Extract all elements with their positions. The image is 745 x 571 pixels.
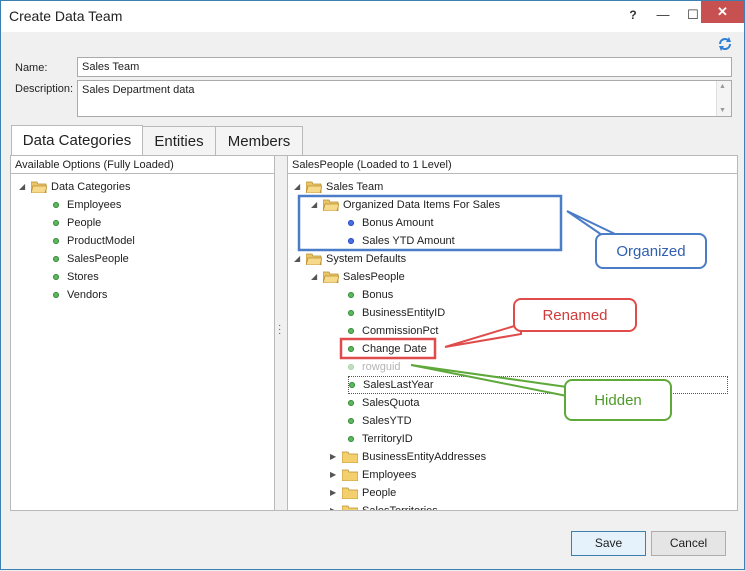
organized-highlight-box xyxy=(297,194,563,252)
renamed-highlight-box xyxy=(339,337,437,360)
organized-callout: Organized xyxy=(595,233,707,269)
hidden-callout-pointer xyxy=(410,364,568,398)
create-data-team-dialog: Create Data Team ? — ☐ ✕ Name: Sales Tea… xyxy=(0,0,745,570)
renamed-callout-pointer xyxy=(444,322,522,348)
renamed-callout: Renamed xyxy=(513,298,637,332)
cancel-button[interactable]: Cancel xyxy=(651,531,726,556)
hidden-callout: Hidden xyxy=(564,379,672,421)
save-button[interactable]: Save xyxy=(571,531,646,556)
annotation-overlay xyxy=(297,194,616,398)
